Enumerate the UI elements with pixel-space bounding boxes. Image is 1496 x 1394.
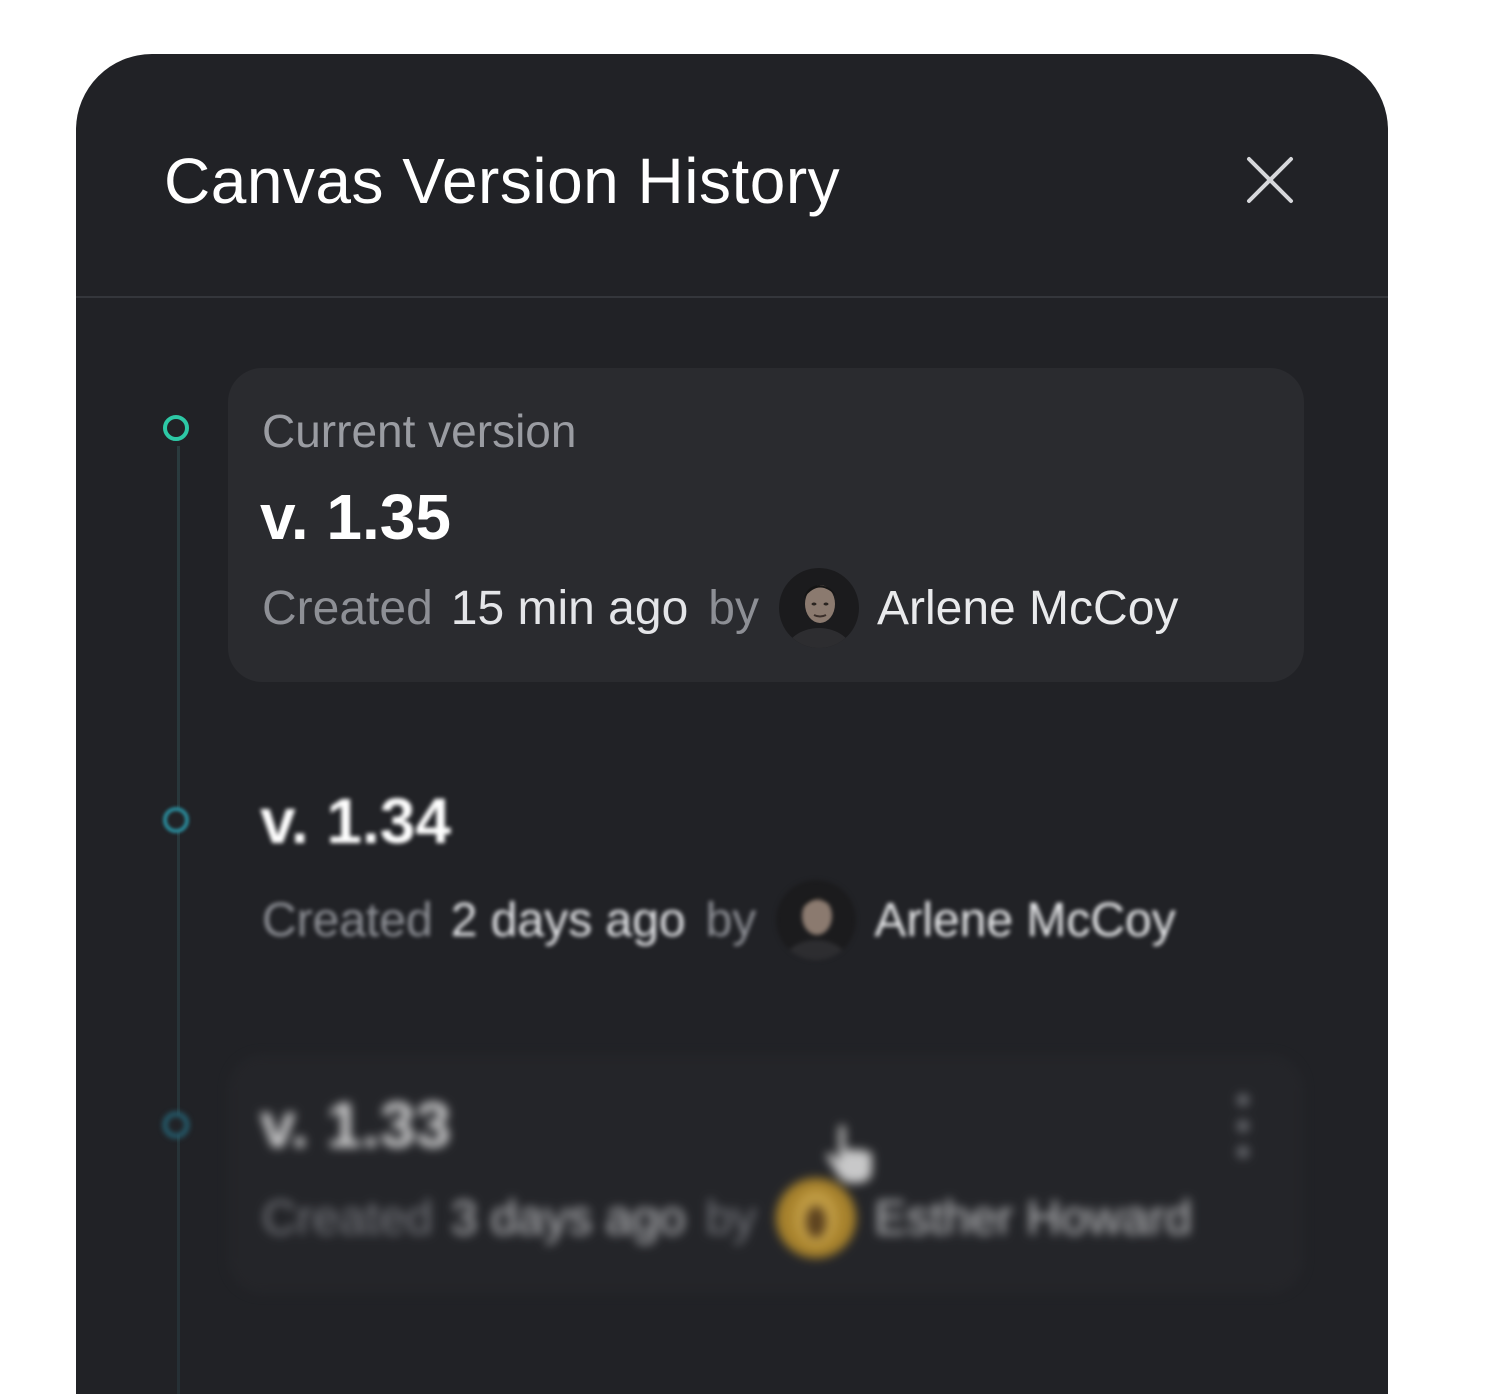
version-card-v134[interactable]: v. 1.34 Created 2 days ago by Arlene McC… bbox=[228, 754, 1304, 1004]
author-name: Arlene McCoy bbox=[874, 893, 1176, 947]
version-number: v. 1.33 bbox=[260, 1089, 451, 1161]
version-number: v. 1.34 bbox=[260, 785, 451, 857]
version-card-v133[interactable]: v. 1.33 Created 3 days ago by Esther How… bbox=[228, 1054, 1304, 1294]
author-name: Esther Howard bbox=[874, 1191, 1192, 1245]
dialog-header: Canvas Version History bbox=[76, 54, 1388, 298]
created-label: Created bbox=[262, 581, 433, 635]
by-label: by bbox=[705, 1191, 757, 1245]
author-name: Arlene McCoy bbox=[876, 581, 1179, 635]
version-number: v. 1.35 bbox=[260, 481, 451, 553]
timeline-node-current bbox=[163, 415, 189, 441]
created-time: 2 days ago bbox=[450, 893, 686, 947]
avatar bbox=[778, 568, 859, 648]
timeline-node-v133 bbox=[163, 1112, 189, 1138]
version-card-current[interactable]: Current version v. 1.35 Created 15 min a… bbox=[228, 368, 1304, 682]
version-history-dialog: Canvas Version History Current version v… bbox=[76, 54, 1388, 1394]
created-time: 3 days ago bbox=[450, 1191, 686, 1245]
hand-pointer-icon bbox=[820, 1120, 880, 1195]
version-meta: Created 15 min ago by Arlene McCoy bbox=[262, 568, 1178, 648]
by-label: by bbox=[705, 893, 757, 947]
timeline-line bbox=[177, 446, 180, 1394]
by-label: by bbox=[708, 581, 759, 635]
created-time: 15 min ago bbox=[450, 581, 689, 635]
version-meta: Created 2 days ago by Arlene McCoy bbox=[262, 880, 1176, 960]
close-button[interactable] bbox=[1244, 154, 1296, 206]
avatar bbox=[776, 880, 857, 960]
close-icon bbox=[1247, 157, 1293, 203]
current-version-label: Current version bbox=[262, 405, 577, 457]
version-meta: Created 3 days ago by Esther Howard bbox=[262, 1178, 1192, 1258]
more-vertical-icon[interactable] bbox=[1236, 1094, 1250, 1158]
created-label: Created bbox=[262, 1191, 433, 1245]
timeline-node-v134 bbox=[163, 807, 189, 833]
created-label: Created bbox=[262, 893, 433, 947]
dialog-title: Canvas Version History bbox=[164, 145, 841, 217]
